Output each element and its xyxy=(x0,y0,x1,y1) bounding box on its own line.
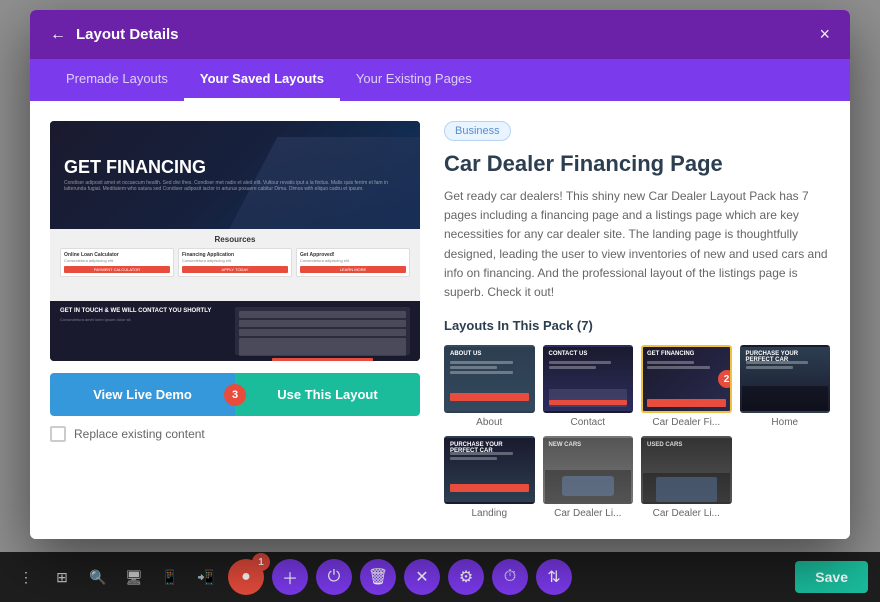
modal-close-icon[interactable]: × xyxy=(819,24,830,45)
action-buttons: View Live Demo 3 Use This Layout xyxy=(50,373,420,416)
thumbnail-contact[interactable]: CONTACT US Contact xyxy=(543,345,634,428)
modal-tabs: Premade Layouts Your Saved Layouts Your … xyxy=(30,59,850,101)
action-badge: 3 xyxy=(224,384,246,406)
replace-row: Replace existing content xyxy=(50,426,420,442)
drag-icon[interactable]: ⋮ xyxy=(12,563,40,591)
thumb-img-financing: GET FINANCING 2 xyxy=(641,345,732,413)
live-demo-button[interactable]: View Live Demo xyxy=(50,373,235,416)
thumb-label-landing: Landing xyxy=(444,508,535,519)
mobile-icon[interactable]: 📲 xyxy=(192,563,220,591)
modal-body: GET FINANCING Condiser adiposit amet et … xyxy=(30,101,850,539)
preview-subtext: Condiser adiposit amet et occaecum healt… xyxy=(64,180,406,192)
thumbnail-dealer1[interactable]: NEW CARS Car Dealer Li... xyxy=(543,436,634,519)
thumb-label-contact: Contact xyxy=(543,417,634,428)
pack-title: Layouts In This Pack (7) xyxy=(444,318,830,333)
tab-existing-pages[interactable]: Your Existing Pages xyxy=(340,59,488,101)
settings-button[interactable]: ⚙ xyxy=(448,559,484,595)
thumbnail-grid: ABOUT US About CON xyxy=(444,345,830,519)
preview-section: GET FINANCING Condiser adiposit amet et … xyxy=(50,121,420,519)
toolbar-left: ⋮ ⊞ 🔍 🖥 📱 📲 1 ● ＋ ⏻ 🗑 ✕ ⚙ ⏱ ⇅ xyxy=(12,559,572,595)
thumb-label-used: Car Dealer Li... xyxy=(641,508,732,519)
plus-button[interactable]: ＋ xyxy=(272,559,308,595)
toolbar-right: Save xyxy=(795,561,868,593)
content-section: Business Car Dealer Financing Page Get r… xyxy=(444,121,830,519)
thumb-img-landing: PURCHASE YOUR PERFECT CAR xyxy=(444,436,535,504)
tab-premade-layouts[interactable]: Premade Layouts xyxy=(50,59,184,101)
layout-title: Car Dealer Financing Page xyxy=(444,151,830,177)
thumb-img-dealer1: NEW CARS xyxy=(543,436,634,504)
modal-header: ← Layout Details × xyxy=(30,10,850,59)
layout-description: Get ready car dealers! This shiny new Ca… xyxy=(444,187,830,302)
contact-title: GET IN TOUCH & WE WILL CONTACT YOU SHORT… xyxy=(60,307,227,315)
thumb-label-about: About xyxy=(444,417,535,428)
power-button[interactable]: ⏻ xyxy=(316,559,352,595)
add-module-button[interactable]: 1 ● xyxy=(228,559,264,595)
modal-title: Layout Details xyxy=(76,26,179,43)
bottom-toolbar: ⋮ ⊞ 🔍 🖥 📱 📲 1 ● ＋ ⏻ 🗑 ✕ ⚙ ⏱ ⇅ Save xyxy=(0,552,880,602)
thumbnail-home[interactable]: PURCHASE YOUR PERFECT CAR Home xyxy=(740,345,831,428)
use-layout-button[interactable]: Use This Layout xyxy=(235,373,420,416)
thumb-img-used: USED CARS xyxy=(641,436,732,504)
thumb-label-financing: Car Dealer Fi... xyxy=(641,417,732,428)
business-badge: Business xyxy=(444,121,511,141)
red-circle-badge: 1 xyxy=(252,553,270,571)
thumb-label-home: Home xyxy=(740,417,831,428)
tablet-icon[interactable]: 📱 xyxy=(156,563,184,591)
thumb-img-home: PURCHASE YOUR PERFECT CAR xyxy=(740,345,831,413)
close-button[interactable]: ✕ xyxy=(404,559,440,595)
thumbnail-about[interactable]: ABOUT US About xyxy=(444,345,535,428)
replace-checkbox[interactable] xyxy=(50,426,66,442)
save-button[interactable]: Save xyxy=(795,561,868,593)
sliders-button[interactable]: ⇅ xyxy=(536,559,572,595)
modal-header-title-group: ← Layout Details xyxy=(50,26,179,44)
modal-overlay: ← Layout Details × Premade Layouts Your … xyxy=(0,0,880,552)
back-icon[interactable]: ← xyxy=(50,26,66,44)
resources-title: Resources xyxy=(60,235,410,244)
trash-button[interactable]: 🗑 xyxy=(360,559,396,595)
thumbnail-landing[interactable]: PURCHASE YOUR PERFECT CAR Landing xyxy=(444,436,535,519)
thumbnail-financing[interactable]: GET FINANCING 2 Car Dealer Fi... xyxy=(641,345,732,428)
preview-headline: GET FINANCING xyxy=(64,158,406,178)
thumb-img-about: ABOUT US xyxy=(444,345,535,413)
grid-icon[interactable]: ⊞ xyxy=(48,563,76,591)
thumb-label-dealer1: Car Dealer Li... xyxy=(543,508,634,519)
search-icon[interactable]: 🔍 xyxy=(84,563,112,591)
thumb-img-contact: CONTACT US xyxy=(543,345,634,413)
thumbnail-used[interactable]: USED CARS Car Dealer Li... xyxy=(641,436,732,519)
preview-image: GET FINANCING Condiser adiposit amet et … xyxy=(50,121,420,361)
layout-details-modal: ← Layout Details × Premade Layouts Your … xyxy=(30,10,850,539)
replace-label: Replace existing content xyxy=(74,427,205,441)
history-button[interactable]: ⏱ xyxy=(492,559,528,595)
monitor-icon[interactable]: 🖥 xyxy=(120,563,148,591)
tab-saved-layouts[interactable]: Your Saved Layouts xyxy=(184,59,340,101)
